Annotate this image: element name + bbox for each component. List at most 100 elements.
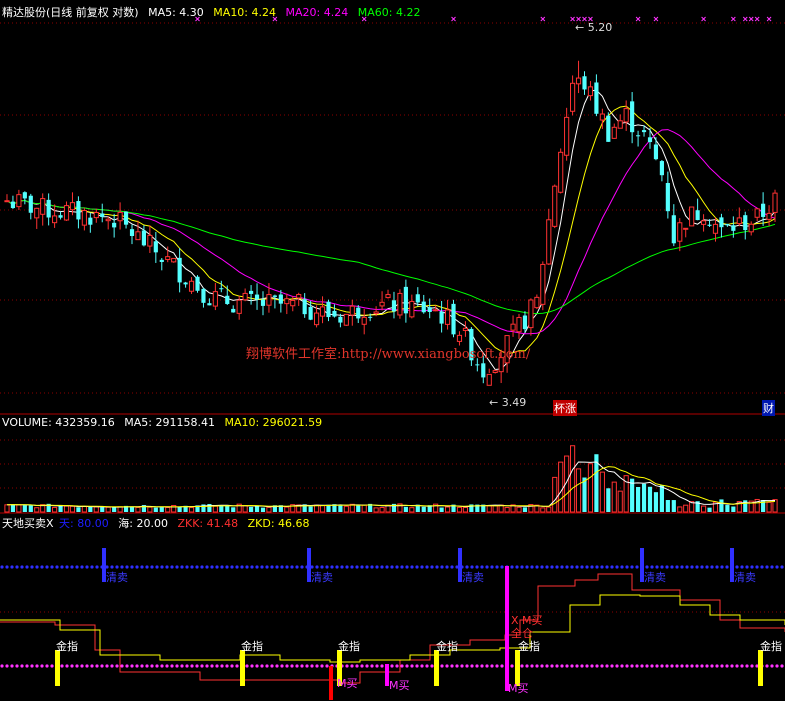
candle-body-down (100, 213, 105, 217)
sky-level-dot (510, 565, 514, 569)
high-price-label: ← 5.20 (575, 21, 613, 34)
candle-body-up (313, 312, 320, 326)
sea-level-dot (740, 664, 744, 668)
candle-body-up (69, 202, 76, 211)
sky-level-dot (335, 565, 339, 569)
candle-body-up (171, 257, 177, 263)
sea-level-dot (85, 664, 89, 668)
sea-level-dot (205, 664, 209, 668)
sea-level-dot (425, 664, 429, 668)
sky-level-dot (275, 565, 279, 569)
volume-bar-down (308, 506, 313, 512)
sky-level-dot (5, 565, 9, 569)
sky-level-dot (410, 565, 414, 569)
sea-level-dot (325, 664, 329, 668)
sky-level-dot (780, 565, 784, 569)
sky-level-dot (605, 565, 609, 569)
volume-bar-down (665, 500, 670, 512)
sea-level-dot (565, 664, 569, 668)
sell-signal-label: 清卖 (311, 571, 333, 584)
candle-body-down (761, 203, 766, 217)
sea-level-dot (155, 664, 159, 668)
candle-body-up (117, 211, 123, 222)
volume-bar-up (617, 490, 623, 513)
signal-x-mark (540, 16, 546, 22)
volume-bar-down (707, 507, 712, 512)
sky-level-dot (50, 565, 54, 569)
red-signal-bar (329, 666, 333, 700)
sky-level-dot (260, 565, 264, 569)
candle-body-down (356, 307, 361, 319)
sea-level-dot (600, 664, 604, 668)
sea-level-dot (725, 664, 729, 668)
candle-body-down (421, 301, 426, 313)
candle-body-up (492, 370, 498, 374)
sea-level-dot (350, 664, 354, 668)
ma20-value: MA20: 4.24 (285, 6, 349, 19)
sky-level-dot (375, 565, 379, 569)
sky-level-dot (535, 565, 539, 569)
sky-level-dot (300, 565, 304, 569)
sky-level-dot (440, 565, 444, 569)
sea-level-dot (430, 664, 434, 668)
sky-level-dot (140, 565, 144, 569)
candle-body-up (444, 309, 451, 325)
sky-level-dot (700, 565, 704, 569)
sea-level-dot (135, 664, 139, 668)
volume-bar-down (10, 504, 16, 512)
candle-body-up (766, 212, 772, 220)
sea-level-dot (455, 664, 459, 668)
sea-level-dot (745, 664, 749, 668)
candle-body-down (665, 183, 670, 212)
volume-bars (4, 445, 778, 513)
sea-level-dot (635, 664, 639, 668)
sky-level-dot (0, 565, 4, 569)
sky-level-dot (15, 565, 19, 569)
ma60-value: MA60: 4.22 (357, 6, 421, 19)
candle-body-down (338, 316, 343, 323)
candle-body-down (249, 290, 254, 294)
sky-level-dot (445, 565, 449, 569)
sea-level-dot (770, 664, 774, 668)
volume-bar-up (456, 506, 463, 513)
sky-level-dot (55, 565, 59, 569)
volume-bar-up (677, 506, 683, 513)
volume-bar-down (225, 505, 230, 512)
sea-level-dot (215, 664, 219, 668)
volume-bar-down (725, 505, 730, 512)
gold-signal-label: 金指 (56, 640, 78, 653)
sky-level-dot (400, 565, 404, 569)
sea-level-dot (405, 664, 409, 668)
candle-body-up (736, 217, 742, 225)
candle-body-up (772, 192, 778, 213)
sky-level-dot (245, 565, 249, 569)
sky-level-dot (155, 565, 159, 569)
candle-body-up (165, 256, 171, 260)
sea-level-dot (65, 664, 69, 668)
signal-x-mark (742, 16, 748, 22)
signal-x-mark (730, 16, 736, 22)
sea-level-dot (530, 664, 534, 668)
main-buy-signal-bar (505, 566, 509, 691)
candle-body-down (308, 306, 313, 320)
candle-body-down (707, 224, 712, 226)
candle-body-up (433, 309, 439, 312)
candle-body-down (719, 217, 724, 228)
volume-bar-up (93, 506, 99, 513)
sea-level-dot (80, 664, 84, 668)
gold-signal-label: 金指 (436, 640, 458, 653)
sky-level-dot (85, 565, 89, 569)
sea-level-dot (535, 664, 539, 668)
sea-level-dot (420, 664, 424, 668)
sea-level-dot (660, 664, 664, 668)
sea-level-dot (780, 664, 784, 668)
zkd-value: ZKD: 46.68 (247, 517, 310, 530)
candle-body-down (302, 299, 307, 315)
candle-body-down (647, 137, 653, 143)
sea-level-dot (375, 664, 379, 668)
volume-bar-up (462, 506, 469, 513)
volume-bar-down (88, 506, 93, 512)
candle-body-up (528, 299, 534, 329)
zkd-line (0, 594, 785, 663)
sea-level-dot (735, 664, 739, 668)
